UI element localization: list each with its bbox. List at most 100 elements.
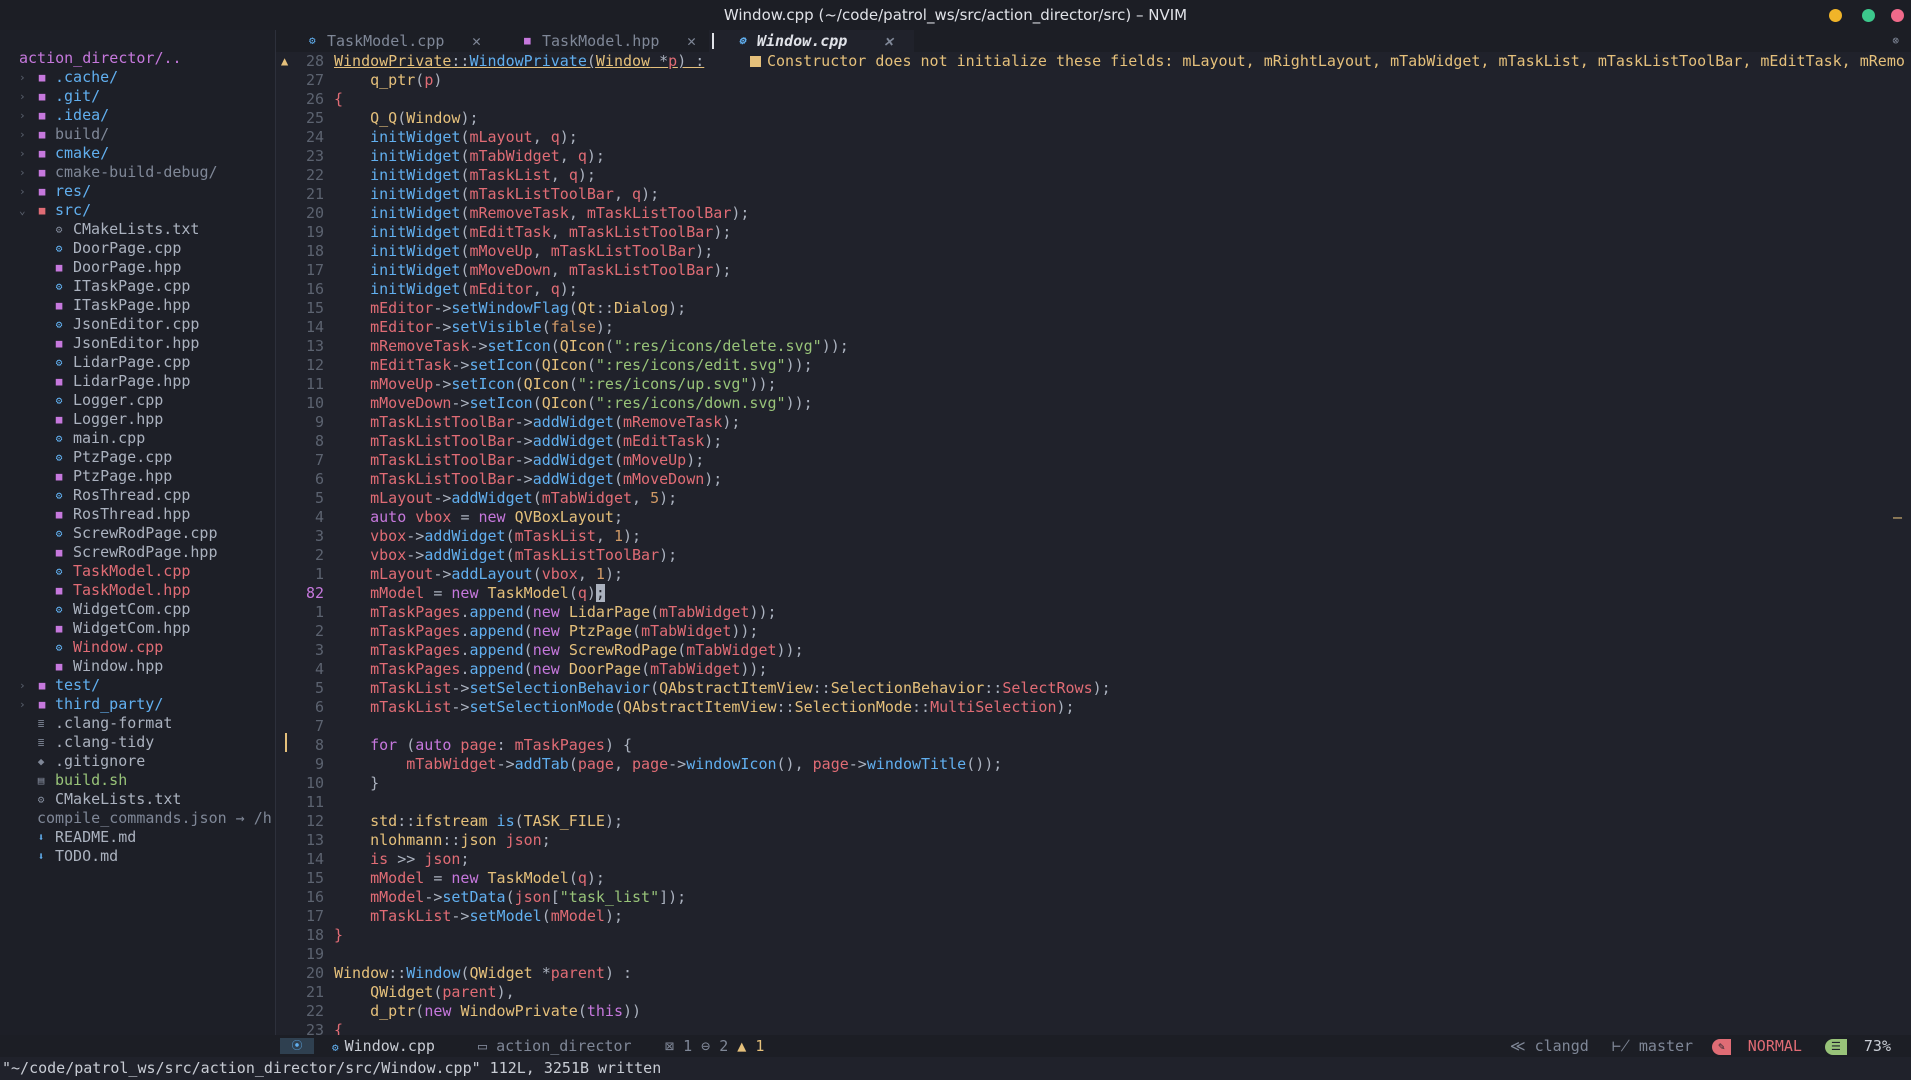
code-token: QAbstractItemView [659,679,813,697]
chevron-icon[interactable]: › [19,676,31,695]
close-window-button[interactable] [1891,9,1904,22]
tab-taskmodel-hpp[interactable]: ■ TaskModel.hpp ✕ [494,30,699,52]
code-line[interactable]: mTaskPages.append(new PtzPage(mTabWidget… [334,622,758,641]
tabline: ⚙ TaskModel.cpp ✕ ■ TaskModel.hpp ✕ ⚙ Window.cp… [276,30,1911,52]
chevron-icon[interactable]: › [19,695,31,714]
code-token: this [586,1002,623,1020]
code-line[interactable]: { [334,1021,343,1035]
code-token: mLayout [334,565,434,583]
code-token: mLayout [469,128,533,146]
tree-item-label: .clang-tidy [55,733,155,751]
code-line[interactable]: Window::Window(QWidget *parent) : [334,964,632,983]
code-token: q [577,584,587,602]
tree-root-label[interactable]: action_director/.. [19,49,182,67]
tab-taskmodel-cpp[interactable]: ⚙ TaskModel.cpp ✕ [279,30,484,52]
chevron-icon[interactable]: › [19,163,31,182]
code-line[interactable]: mEditTask->setIcon(QIcon(":res/icons/edi… [334,356,813,375]
code-line[interactable]: initWidget(mTaskListToolBar, q); [334,185,659,204]
code-line[interactable]: } [334,926,343,945]
maximize-button[interactable] [1862,9,1875,22]
chevron-icon[interactable]: › [19,182,31,201]
code-line[interactable]: nlohmann::json json; [334,831,551,850]
code-token: -> [451,698,470,716]
code-line[interactable]: initWidget(mMoveUp, mTaskListToolBar); [334,242,713,261]
code-token: page [632,755,669,773]
code-line[interactable]: mModel->setData(json["task_list"]); [334,888,686,907]
code-line[interactable]: WindowPrivate::WindowPrivate(Window *p) … [334,52,704,71]
code-line[interactable]: is >> json; [334,850,469,869]
code-line[interactable]: vbox->addWidget(mTaskList, 1); [334,527,641,546]
code-line[interactable]: mTaskListToolBar->addWidget(mEditTask); [334,432,722,451]
code-line[interactable]: mTaskListToolBar->addWidget(mRemoveTask)… [334,413,740,432]
code-line[interactable]: mModel = new TaskModel(q); [334,584,605,603]
code-line[interactable]: mTaskPages.append(new DoorPage(mTabWidge… [334,660,767,679]
code-token: is [487,812,515,830]
code-line[interactable]: mMoveDown->setIcon(QIcon(":res/icons/dow… [334,394,813,413]
line-number: 12 [305,356,324,374]
code-line[interactable]: Q_Q(Window); [334,109,478,128]
code-line[interactable]: } [334,774,379,793]
code-line[interactable]: mTaskListToolBar->addWidget(mMoveDown); [334,470,722,489]
tab-close-icon[interactable]: ✕ [472,30,481,52]
code-line[interactable]: mTaskPages.append(new ScrewRodPage(mTabW… [334,641,804,660]
code-line[interactable]: mTaskListToolBar->addWidget(mMoveUp); [334,451,704,470]
tab-window-cpp[interactable]: ⚙ Window.cpp ✕ [709,30,914,52]
code-token: q [550,280,560,298]
code-line[interactable]: mLayout->addLayout(vbox, 1); [334,565,623,584]
chevron-icon[interactable]: › [19,106,31,125]
tree-item-label: compile_commands.json → /h [37,809,272,827]
code-line[interactable]: mModel = new TaskModel(q); [334,869,605,888]
code-line[interactable]: initWidget(mEditor, q); [334,280,578,299]
tabline-close-all-icon[interactable]: ⊗ [1892,30,1899,52]
code-line[interactable]: initWidget(mLayout, q); [334,128,578,147]
code-token: new [532,660,569,678]
chevron-icon[interactable]: › [19,68,31,87]
code-line[interactable]: { [334,90,343,109]
file-tree[interactable]: action_director/.. › ■ .cache/ › ■ .git/ › ■ .id… [0,30,276,1035]
code-line[interactable]: initWidget(mTabWidget, q); [334,147,605,166]
chevron-icon[interactable]: ⌄ [19,201,31,220]
code-line[interactable]: d_ptr(new WindowPrivate(this)) [334,1002,641,1021]
code-token: vbox [541,565,578,583]
code-line[interactable]: auto vbox = new QVBoxLayout; [334,508,623,527]
code-line[interactable]: mTaskList->setModel(mModel); [334,907,623,926]
code-line[interactable]: initWidget(mEditTask, mTaskListToolBar); [334,223,731,242]
code-line[interactable]: vbox->addWidget(mTaskListToolBar); [334,546,677,565]
code-token: ( [397,109,407,127]
code-line[interactable]: initWidget(mTaskList, q); [334,166,596,185]
code-token: WindowPrivate [334,52,452,70]
chevron-icon[interactable]: › [19,144,31,163]
code-line[interactable]: mTaskList->setSelectionBehavior(QAbstrac… [334,679,1111,698]
code-line[interactable]: q_ptr(p) [334,71,442,90]
code-line[interactable]: mLayout->addWidget(mTabWidget, 5); [334,489,677,508]
code-line[interactable]: mMoveUp->setIcon(QIcon(":res/icons/up.sv… [334,375,776,394]
minimize-button[interactable] [1829,9,1842,22]
tab-close-icon[interactable]: ✕ [884,30,893,52]
code-line[interactable]: mRemoveTask->setIcon(QIcon(":res/icons/d… [334,337,849,356]
command-line[interactable]: "~/code/patrol_ws/src/action_director/sr… [0,1057,1911,1080]
code-line[interactable]: initWidget(mMoveDown, mTaskListToolBar); [334,261,731,280]
tab-close-icon[interactable]: ✕ [687,30,696,52]
code-line[interactable]: mEditor->setVisible(false); [334,318,614,337]
chevron-icon[interactable]: › [19,87,31,106]
code-line[interactable]: mTabWidget->addTab(page, page->windowIco… [334,755,1002,774]
code-editor[interactable]: WindowPrivate::WindowPrivate(Window *p) … [334,52,1904,1035]
code-line[interactable]: QWidget(parent), [334,983,515,1002]
line-number: 17 [305,261,324,279]
code-line[interactable]: for (auto page: mTaskPages) { [334,736,632,755]
code-line[interactable]: mEditor->setWindowFlag(Qt::Dialog); [334,299,686,318]
line-number: 21 [305,185,324,203]
chevron-icon[interactable]: › [19,125,31,144]
code-line[interactable]: mTaskPages.append(new LidarPage(mTabWidg… [334,603,776,622]
code-token: ( [523,603,533,621]
file-icon: ⚙ [55,527,63,540]
code-token: ); [586,147,605,165]
code-token: ( [586,356,596,374]
code-line[interactable]: std::ifstream is(TASK_FILE); [334,812,623,831]
code-line[interactable]: initWidget(mRemoveTask, mTaskListToolBar… [334,204,749,223]
code-token: ); [641,185,660,203]
code-line[interactable]: mTaskList->setSelectionMode(QAbstractIte… [334,698,1074,717]
file-icon: ⬇ [37,831,45,844]
code-token: = [424,584,452,602]
line-number: 9 [314,755,324,773]
